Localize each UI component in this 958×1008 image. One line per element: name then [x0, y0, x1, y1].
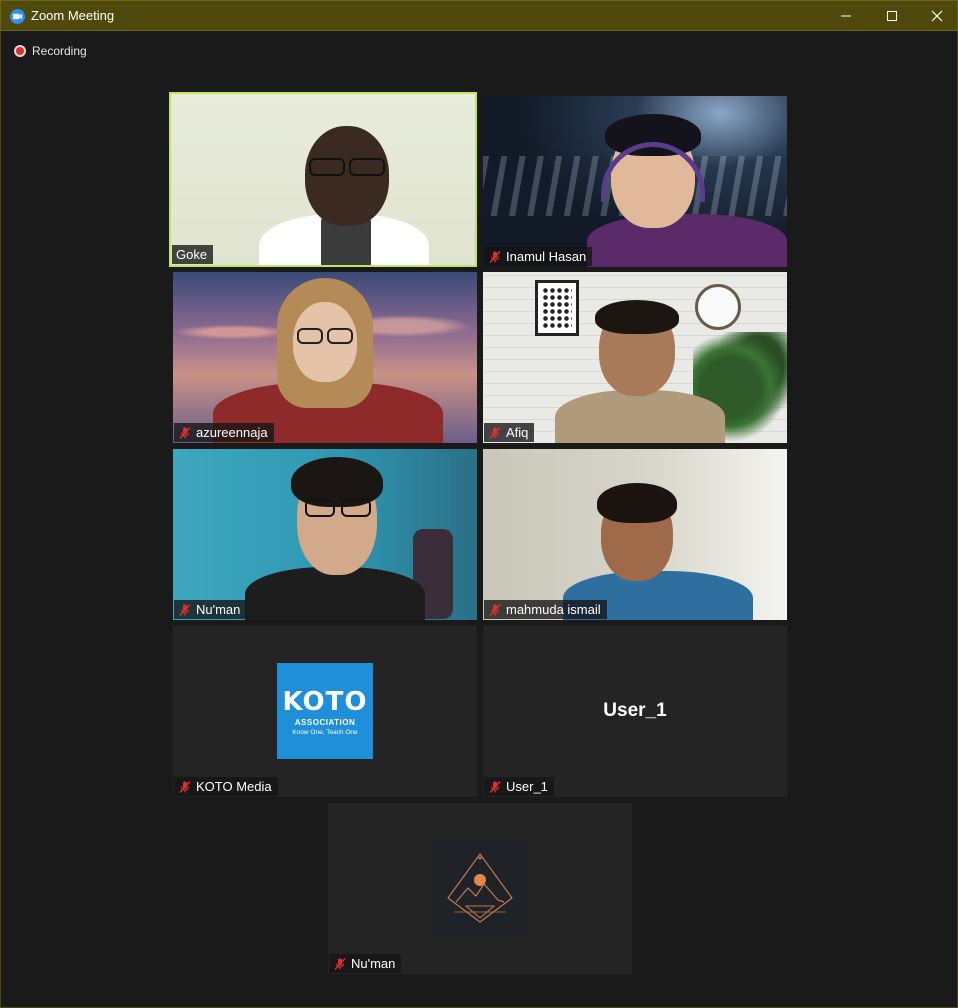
video-feed — [171, 94, 475, 265]
video-tile-goke[interactable]: Goke — [169, 92, 477, 267]
participant-name-tag: mahmuda ismail — [484, 600, 607, 619]
zoom-camera-icon — [10, 9, 25, 24]
logo-tagline: Know One, Teach One — [292, 728, 358, 736]
muted-mic-icon — [179, 780, 191, 793]
close-button[interactable] — [914, 1, 958, 31]
video-feed — [483, 96, 787, 267]
participant-name-tag: Nu'man — [174, 600, 247, 619]
video-feed — [483, 272, 787, 443]
recording-icon — [14, 45, 26, 57]
video-tile-numan-profile[interactable]: Nu'man — [328, 803, 632, 974]
participant-name-tag: Nu'man — [329, 954, 402, 973]
participant-name-tag: KOTO Media — [174, 777, 278, 796]
minimize-button[interactable] — [823, 1, 869, 31]
participant-name: azureennaja — [196, 425, 268, 440]
muted-mic-icon — [179, 603, 191, 616]
window-title: Zoom Meeting — [31, 8, 115, 23]
video-feed — [483, 449, 787, 620]
participant-name-tag: Afiq — [484, 423, 535, 442]
participant-name: Goke — [176, 247, 208, 262]
video-tile-koto-media[interactable]: KOTO ASSOCIATION Know One, Teach One KOT… — [173, 626, 477, 797]
participant-name-tag: Goke — [172, 245, 214, 264]
koto-association-logo: KOTO ASSOCIATION Know One, Teach One — [277, 663, 373, 759]
title-bar: Zoom Meeting — [0, 0, 958, 31]
participant-name: Nu'man — [196, 602, 241, 617]
participant-name-tag: User_1 — [484, 777, 554, 796]
participant-name: Nu'man — [351, 956, 396, 971]
participant-name-tag: azureennaja — [174, 423, 274, 442]
video-tile-afiq[interactable]: Afiq — [483, 272, 787, 443]
recording-label: Recording — [32, 44, 87, 58]
mountain-sun-logo-icon — [432, 840, 528, 936]
participant-display-name: User_1 — [603, 700, 667, 721]
video-feed — [173, 272, 477, 443]
participant-name: User_1 — [506, 779, 548, 794]
muted-mic-icon — [489, 426, 501, 439]
video-tile-mahmuda-ismail[interactable]: mahmuda ismail — [483, 449, 787, 620]
muted-mic-icon — [179, 426, 191, 439]
video-feed — [173, 449, 477, 620]
participant-name: Afiq — [506, 425, 529, 440]
video-tile-numan-camera[interactable]: Nu'man — [173, 449, 477, 620]
video-tile-user-1[interactable]: User_1 User_1 — [483, 626, 787, 797]
participant-name: mahmuda ismail — [506, 602, 601, 617]
close-icon — [931, 10, 943, 22]
logo-main-text: KOTO — [282, 686, 368, 717]
muted-mic-icon — [489, 603, 501, 616]
participant-name: KOTO Media — [196, 779, 272, 794]
logo-sub-text: ASSOCIATION — [294, 717, 356, 727]
maximize-button[interactable] — [869, 1, 915, 31]
muted-mic-icon — [489, 780, 501, 793]
muted-mic-icon — [489, 250, 501, 263]
recording-indicator[interactable]: Recording — [14, 44, 87, 58]
video-tile-azureennaja[interactable]: azureennaja — [173, 272, 477, 443]
maximize-icon — [887, 11, 897, 21]
participant-name-tag: Inamul Hasan — [484, 247, 593, 266]
participant-name: Inamul Hasan — [506, 249, 587, 264]
minimize-icon — [841, 15, 851, 17]
video-tile-inamul-hasan[interactable]: Inamul Hasan — [483, 96, 787, 267]
muted-mic-icon — [334, 957, 346, 970]
